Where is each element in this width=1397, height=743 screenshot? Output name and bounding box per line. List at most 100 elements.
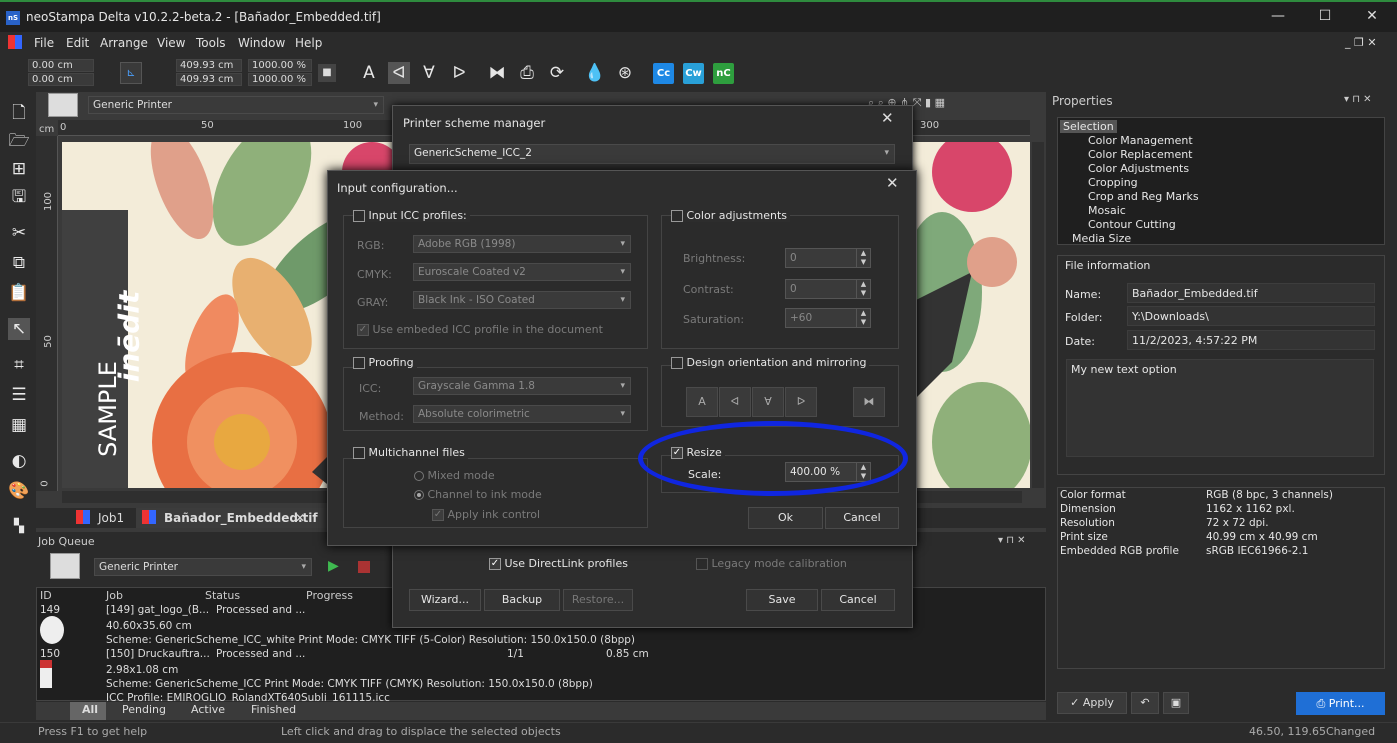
ic-close-icon[interactable]: ✕ [886, 174, 899, 192]
undo-icon[interactable]: ↶ [1131, 692, 1159, 714]
reset-icon[interactable]: ▣ [1163, 692, 1189, 714]
restore-button[interactable]: Restore... [563, 589, 633, 611]
date-value[interactable]: 11/2/2023, 4:57:22 PM [1127, 330, 1375, 350]
properties-controls[interactable]: ▾ ⊓ ✕ [1344, 94, 1372, 105]
tree-crop-reg-marks[interactable]: Crop and Reg Marks [1088, 190, 1199, 203]
tree-cropping[interactable]: Cropping [1088, 176, 1138, 189]
palette-icon[interactable]: 🎨 [8, 480, 30, 502]
nc-button[interactable]: nC [713, 63, 734, 84]
legacy-checkbox[interactable]: Legacy mode calibration [696, 557, 847, 570]
menu-tools[interactable]: Tools [196, 36, 226, 50]
mixed-mode-radio[interactable]: Mixed mode [414, 469, 495, 482]
save-icon[interactable]: 🖫 [8, 186, 30, 208]
psm-close-icon[interactable]: ✕ [881, 109, 894, 127]
menu-window[interactable]: Window [238, 36, 285, 50]
ic-cancel-button[interactable]: Cancel [825, 507, 899, 529]
tab-all[interactable]: All [82, 703, 98, 716]
width-input[interactable]: 409.93 cm [176, 59, 242, 72]
tab-close-icon[interactable]: ✕ [295, 511, 305, 525]
play-icon[interactable]: ▶ [328, 558, 339, 574]
copy-icon[interactable]: ⧉ [8, 252, 30, 274]
wizard-button[interactable]: Wizard... [409, 589, 481, 611]
mirror-icon[interactable]: ⧓ [486, 62, 508, 84]
psm-save-button[interactable]: Save [746, 589, 818, 611]
design-up-icon[interactable]: A [686, 387, 718, 417]
color-adjust-checkbox[interactable]: Color adjustments [671, 209, 791, 222]
queue-printer-select[interactable]: Generic Printer ▾ [94, 558, 312, 576]
orient-left-icon[interactable]: ᐊ [388, 62, 410, 84]
col-id[interactable]: ID [40, 589, 52, 602]
tree-mosaic[interactable]: Mosaic [1088, 204, 1126, 217]
y-input[interactable]: 0.00 cm [28, 73, 94, 86]
select-icon[interactable]: ↖ [8, 318, 30, 340]
menu-edit[interactable]: Edit [66, 36, 89, 50]
design-down-icon[interactable]: ∀ [752, 387, 784, 417]
x-input[interactable]: 0.00 cm [28, 59, 94, 72]
folder-sync-icon[interactable]: ⟳ [546, 62, 568, 84]
paste-icon[interactable]: 📋 [8, 282, 30, 304]
row2-job[interactable]: [150] Druckauftra... [106, 648, 210, 660]
lock-icon[interactable]: ■ [318, 64, 336, 82]
folder-value[interactable]: Y:\Downloads\ [1127, 306, 1375, 326]
col-status[interactable]: Status [205, 589, 240, 602]
proofing-checkbox[interactable]: Proofing [353, 356, 417, 369]
cmyk-select[interactable]: Euroscale Coated v2 ▾ [413, 263, 631, 281]
use-embedded-checkbox[interactable]: ✓ Use embeded ICC profile in the documen… [357, 323, 603, 336]
menu-arrange[interactable]: Arrange [100, 36, 148, 50]
height-input[interactable]: 409.93 cm [176, 73, 242, 86]
anchor-icon[interactable]: ⊾ [120, 62, 142, 84]
tab-finished[interactable]: Finished [251, 703, 296, 716]
row1-job[interactable]: [149] gat_logo_(B... [106, 604, 209, 616]
cut-icon[interactable]: ✂ [8, 222, 30, 244]
layers-icon[interactable]: ☰ [8, 384, 30, 406]
proof-icc-select[interactable]: Grayscale Gamma 1.8 ▾ [413, 377, 631, 395]
tree-color-adjustments[interactable]: Color Adjustments [1088, 162, 1189, 175]
import-icon[interactable]: ⊞ [8, 158, 30, 180]
tab-pending[interactable]: Pending [122, 703, 166, 716]
gray-select[interactable]: Black Ink - ISO Coated ▾ [413, 291, 631, 309]
col-progress[interactable]: Progress [306, 589, 353, 602]
brightness-spin[interactable]: 0 ▲ ▼ [785, 248, 871, 268]
tab-job1[interactable]: Job1 [98, 511, 124, 525]
stop-icon[interactable] [358, 561, 370, 573]
contrast-icon[interactable]: ◐ [8, 450, 30, 472]
col-job[interactable]: Job [106, 589, 123, 602]
design-mirror-icon[interactable]: ⧓ [853, 387, 885, 417]
mdi-controls[interactable]: _ ❐ ✕ [1345, 36, 1377, 49]
menu-view[interactable]: View [157, 36, 185, 50]
psm-scheme-select[interactable]: GenericScheme_ICC_2 ▾ [409, 144, 895, 164]
rgb-select[interactable]: Adobe RGB (1998) ▾ [413, 235, 631, 253]
ic-ok-button[interactable]: Ok [748, 507, 823, 529]
directlink-checkbox[interactable]: ✓ Use DirectLink profiles [489, 557, 628, 570]
orient-up-icon[interactable]: A [358, 62, 380, 84]
method-select[interactable]: Absolute colorimetric ▾ [413, 405, 631, 423]
apply-ink-checkbox[interactable]: ✓ Apply ink control [432, 508, 540, 521]
backup-button[interactable]: Backup [484, 589, 560, 611]
minimize-button[interactable]: — [1268, 8, 1288, 28]
tree-contour-cutting[interactable]: Contour Cutting [1088, 218, 1176, 231]
maximize-button[interactable]: ☐ [1315, 8, 1335, 28]
tab-active[interactable]: Active [191, 703, 225, 716]
scale-h-input[interactable]: 1000.00 % [248, 73, 312, 86]
tree-color-replacement[interactable]: Color Replacement [1088, 148, 1193, 161]
design-orientation-checkbox[interactable]: Design orientation and mirroring [671, 356, 870, 369]
orient-right-icon[interactable]: ᐅ [448, 62, 470, 84]
ink-drop-icon[interactable]: 💧 [584, 62, 606, 84]
multichannel-checkbox[interactable]: Multichannel files [353, 446, 468, 459]
channel-ink-radio[interactable]: Channel to ink mode [414, 488, 542, 501]
grid-icon[interactable]: ▦ [8, 414, 30, 436]
print-button[interactable]: ⎙ Print... [1296, 692, 1385, 715]
tree-color-management[interactable]: Color Management [1088, 134, 1193, 147]
printer-icon[interactable]: ⎙ [516, 62, 538, 84]
apply-button[interactable]: ✓ Apply [1057, 692, 1127, 714]
crop-icon[interactable]: ⌗ [8, 354, 30, 376]
input-icc-checkbox[interactable]: Input ICC profiles: [353, 209, 470, 222]
design-left-icon[interactable]: ᐊ [719, 387, 751, 417]
psm-cancel-button[interactable]: Cancel [821, 589, 895, 611]
menu-file[interactable]: File [34, 36, 54, 50]
cw-button[interactable]: Cw [683, 63, 704, 84]
scale-w-input[interactable]: 1000.00 % [248, 59, 312, 72]
panel-icon[interactable]: ▚ [8, 516, 30, 538]
text-option-field[interactable]: My new text option [1066, 359, 1374, 457]
contrast-spin[interactable]: 0 ▲ ▼ [785, 279, 871, 299]
